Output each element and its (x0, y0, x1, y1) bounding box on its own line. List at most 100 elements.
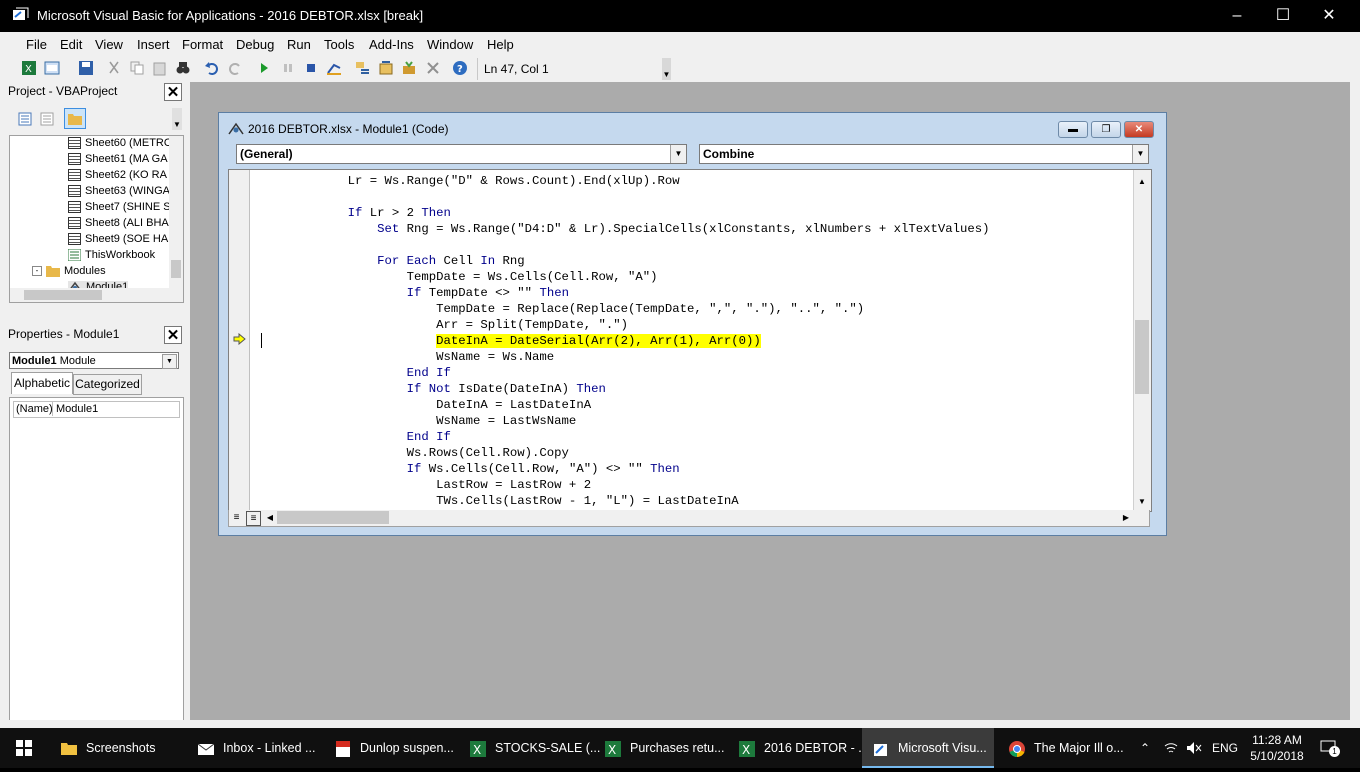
windows-start-icon[interactable] (16, 740, 32, 756)
dropdown-arrow-icon[interactable]: ▼ (1132, 145, 1148, 163)
code-line[interactable]: Ws.Rows(Cell.Row).Copy (259, 445, 569, 461)
scroll-down-arrow-icon[interactable]: ▼ (1135, 495, 1149, 509)
scroll-thumb[interactable] (1135, 320, 1149, 394)
properties-window-icon[interactable] (378, 60, 394, 76)
task-vba-active[interactable]: Microsoft Visu... (862, 728, 994, 768)
break-icon[interactable] (280, 60, 296, 76)
menu-tools[interactable]: Tools (324, 37, 354, 52)
code-line[interactable]: Set Rng = Ws.Range("D4:D" & Lr).SpecialC… (259, 221, 990, 237)
toolbox-icon[interactable] (425, 60, 441, 76)
code-line[interactable]: LastRow = LastRow + 2 (259, 477, 591, 493)
view-code-icon[interactable] (17, 111, 33, 127)
code-line[interactable]: Lr = Ws.Range("D" & Rows.Count).End(xlUp… (259, 173, 680, 189)
view-object-icon[interactable] (39, 111, 55, 127)
menu-run[interactable]: Run (287, 37, 311, 52)
action-center-icon[interactable]: 1 (1320, 740, 1340, 757)
tree-item-modules-folder[interactable]: - Modules (32, 265, 106, 278)
cut-icon[interactable] (106, 60, 122, 76)
code-line[interactable]: For Each Cell In Rng (259, 253, 525, 269)
task-inbox[interactable]: Inbox - Linked ... (197, 728, 315, 768)
code-minimize-button[interactable]: ▬ (1058, 121, 1088, 138)
object-combo[interactable]: (General) ▼ (236, 144, 687, 164)
run-icon[interactable] (256, 60, 272, 76)
excel-view-icon[interactable]: X (21, 60, 37, 76)
menu-view[interactable]: View (95, 37, 123, 52)
code-line[interactable]: TempDate = Replace(Replace(TempDate, ","… (259, 301, 864, 317)
code-restore-button[interactable]: ❐ (1091, 121, 1121, 138)
menu-format[interactable]: Format (182, 37, 223, 52)
menu-insert[interactable]: Insert (137, 37, 170, 52)
show-hidden-icons-chevron-icon[interactable]: ⌃ (1140, 728, 1150, 768)
tree-item-sheet60[interactable]: Sheet60 (METRO (68, 137, 172, 150)
property-value[interactable]: Module1 (56, 402, 98, 416)
code-line[interactable]: TempDate = Ws.Cells(Cell.Row, "A") (259, 269, 658, 285)
scroll-left-arrow-icon[interactable]: ◀ (264, 511, 276, 524)
code-line[interactable]: WsName = Ws.Name (259, 349, 554, 365)
menu-debug[interactable]: Debug (236, 37, 274, 52)
tree-item-sheet7[interactable]: Sheet7 (SHINE S (68, 201, 171, 214)
hscroll-thumb[interactable] (277, 511, 389, 524)
menu-window[interactable]: Window (427, 37, 473, 52)
close-project-explorer-button[interactable]: ✕ (164, 83, 182, 101)
save-icon[interactable] (78, 60, 94, 76)
help-icon[interactable]: ? (452, 60, 468, 76)
code-line[interactable]: If Not IsDate(DateInA) Then (259, 381, 606, 397)
procedure-combo[interactable]: Combine ▼ (699, 144, 1149, 164)
code-line[interactable]: WsName = LastWsName (259, 413, 576, 429)
property-row[interactable]: (Name) Module1 (13, 401, 180, 418)
dropdown-arrow-icon[interactable]: ▼ (162, 354, 177, 369)
volume-muted-icon[interactable] (1186, 741, 1202, 755)
scroll-up-arrow-icon[interactable]: ▲ (1135, 175, 1149, 189)
task-chrome[interactable]: The Major Ill o... (1008, 728, 1124, 768)
menu-edit[interactable]: Edit (60, 37, 82, 52)
code-line[interactable]: DateInA = DateSerial(Arr(2), Arr(1), Arr… (259, 333, 761, 349)
tree-item-sheet61[interactable]: Sheet61 (MA GA (68, 153, 168, 166)
full-module-view-icon[interactable]: ≡ (246, 511, 261, 526)
code-line[interactable]: End If (259, 365, 451, 381)
task-2016-debtor[interactable]: X 2016 DEBTOR - ... (738, 728, 869, 768)
tab-categorized[interactable]: Categorized (73, 374, 142, 395)
scroll-thumb[interactable] (171, 260, 181, 278)
tree-item-sheet8[interactable]: Sheet8 (ALI BHA (68, 217, 169, 230)
design-mode-icon[interactable] (326, 60, 342, 76)
code-vscrollbar[interactable]: ▲ ▼ (1133, 170, 1151, 511)
menu-add-ins[interactable]: Add-Ins (369, 37, 414, 52)
toggle-folders-button[interactable] (64, 108, 86, 129)
menu-help[interactable]: Help (487, 37, 514, 52)
undo-icon[interactable] (204, 60, 220, 76)
clock[interactable]: 11:28 AM 5/10/2018 (1250, 732, 1304, 772)
minimize-button[interactable]: – (1214, 0, 1260, 32)
close-properties-button[interactable]: ✕ (164, 326, 182, 344)
paste-icon[interactable] (152, 60, 168, 76)
wifi-icon[interactable] (1163, 741, 1179, 755)
scroll-right-arrow-icon[interactable]: ▶ (1120, 511, 1132, 524)
insert-userform-icon[interactable] (44, 60, 60, 76)
language-indicator[interactable]: ENG (1212, 728, 1238, 768)
code-line[interactable]: If TempDate <> "" Then (259, 285, 569, 301)
procedure-view-icon[interactable]: ≡ (230, 511, 243, 524)
collapse-icon[interactable]: - (32, 266, 42, 277)
margin-indicator-bar[interactable] (229, 170, 250, 511)
maximize-button[interactable]: ☐ (1260, 0, 1306, 32)
code-line[interactable]: Arr = Split(TempDate, ".") (259, 317, 628, 333)
tree-item-thisworkbook[interactable]: ThisWorkbook (67, 248, 155, 262)
task-screenshots[interactable]: Screenshots (60, 728, 155, 768)
object-selector[interactable]: Module1 Module ▼ (9, 352, 179, 369)
menu-file[interactable]: File (26, 37, 47, 52)
project-tree-vscrollbar[interactable] (169, 136, 183, 302)
scroll-thumb[interactable] (24, 290, 102, 300)
copy-icon[interactable] (129, 60, 145, 76)
project-toolbar-chevron-icon[interactable]: ▼ (172, 108, 182, 130)
find-icon[interactable] (175, 60, 191, 76)
task-dunlop[interactable]: Dunlop suspen... (334, 728, 454, 768)
toolbar-options-chevron-icon[interactable]: ▼ (662, 58, 671, 80)
tab-alphabetic[interactable]: Alphabetic (11, 372, 73, 394)
code-editor[interactable]: Lr = Ws.Range("D" & Rows.Count).End(xlUp… (228, 169, 1152, 512)
dropdown-arrow-icon[interactable]: ▼ (670, 145, 686, 163)
code-line[interactable]: End If (259, 429, 451, 445)
code-line[interactable]: DateInA = LastDateInA (259, 397, 591, 413)
project-explorer-icon[interactable] (355, 60, 371, 76)
task-purchases[interactable]: X Purchases retu... (604, 728, 725, 768)
tree-item-sheet9[interactable]: Sheet9 (SOE HA (68, 233, 168, 246)
code-line[interactable]: TWs.Cells(LastRow - 1, "L") = LastDateIn… (259, 493, 739, 509)
